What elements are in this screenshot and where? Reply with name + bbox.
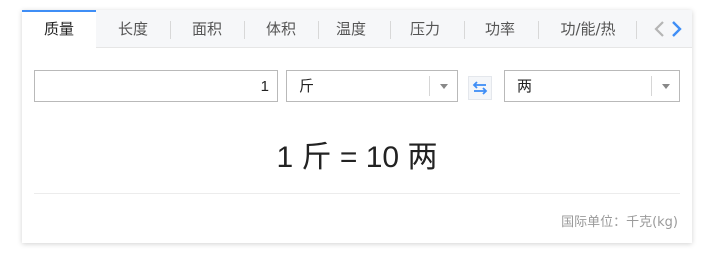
swap-units-button[interactable] xyxy=(468,76,492,100)
tab-separator xyxy=(636,21,637,39)
from-unit-value: 斤 xyxy=(299,77,315,95)
tab-work-energy-heat[interactable]: 功/能/热 xyxy=(542,10,634,48)
tab-mass[interactable]: 质量 xyxy=(22,10,96,49)
category-tabs: 质量 长度 面积 体积 温度 压力 功率 功/能/热 xyxy=(22,10,692,49)
caret-down-icon xyxy=(440,84,448,89)
conversion-result: 1 斤 = 10 两 xyxy=(276,141,438,174)
tab-power[interactable]: 功率 xyxy=(464,10,536,48)
tab-volume[interactable]: 体积 xyxy=(244,10,318,48)
si-unit-note: 国际单位：千克(kg) xyxy=(561,215,678,230)
caret-down-icon xyxy=(662,84,670,89)
chevron-left-icon[interactable] xyxy=(652,18,668,40)
tab-area[interactable]: 面积 xyxy=(170,10,244,48)
unit-converter-card: 质量 长度 面积 体积 温度 压力 功率 功/能/热 斤 xyxy=(22,10,692,243)
tab-separator xyxy=(538,21,539,39)
select-divider xyxy=(651,76,652,96)
value-input[interactable] xyxy=(34,70,278,102)
to-unit-value: 两 xyxy=(517,77,533,95)
to-unit-select[interactable]: 两 xyxy=(504,70,680,102)
swap-arrows-icon xyxy=(472,81,488,95)
chevron-right-icon[interactable] xyxy=(668,18,684,40)
divider xyxy=(34,193,680,194)
tab-length[interactable]: 长度 xyxy=(96,10,170,48)
tab-pressure[interactable]: 压力 xyxy=(390,10,460,48)
from-unit-select[interactable]: 斤 xyxy=(286,70,458,102)
select-divider xyxy=(429,76,430,96)
tab-temperature[interactable]: 温度 xyxy=(318,10,384,48)
